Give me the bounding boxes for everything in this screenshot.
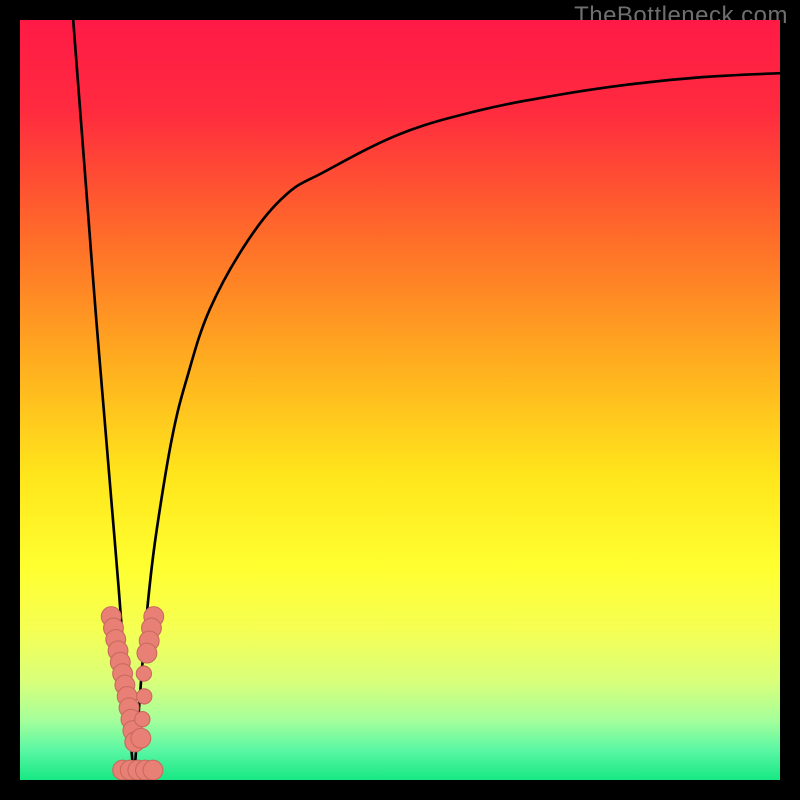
right-branch-curve — [134, 73, 780, 780]
data-marker — [137, 689, 152, 704]
data-marker — [131, 728, 151, 748]
chart-frame: TheBottleneck.com — [0, 0, 800, 800]
data-marker — [136, 666, 151, 681]
curves-layer — [20, 20, 780, 780]
data-marker — [137, 643, 157, 663]
plot-area — [20, 20, 780, 780]
data-marker — [135, 712, 150, 727]
data-marker — [143, 760, 163, 780]
